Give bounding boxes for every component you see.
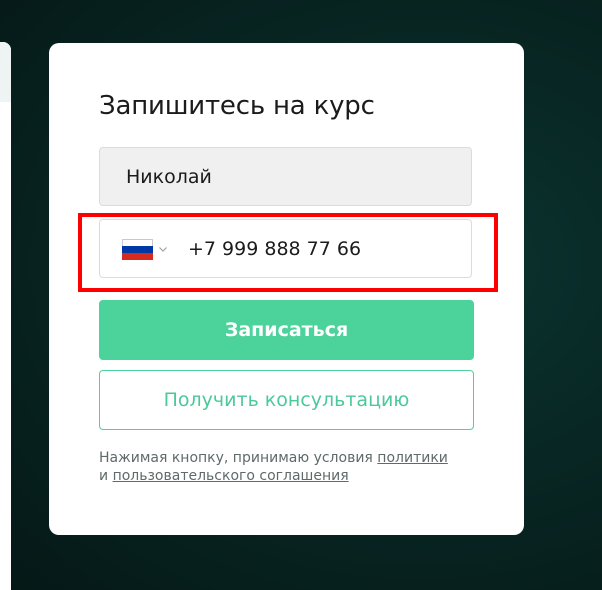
consent-and: и bbox=[99, 468, 113, 484]
phone-input[interactable] bbox=[188, 220, 458, 277]
country-code-select[interactable] bbox=[122, 238, 168, 260]
signup-card: Запишитесь на курс Записаться Получить к… bbox=[49, 43, 524, 535]
consultation-button[interactable]: Получить консультацию bbox=[99, 370, 474, 430]
form-title: Запишитесь на курс bbox=[99, 91, 375, 121]
consent-prefix: Нажимая кнопку, принимаю условия bbox=[99, 450, 378, 466]
submit-button[interactable]: Записаться bbox=[99, 300, 474, 360]
policy-link[interactable]: политики bbox=[377, 450, 448, 466]
russia-flag-icon bbox=[122, 238, 153, 260]
background-panel-accent bbox=[0, 42, 11, 102]
chevron-down-icon bbox=[159, 247, 167, 252]
user-agreement-link[interactable]: пользовательского соглашения bbox=[113, 468, 349, 484]
phone-field bbox=[99, 219, 472, 278]
name-field[interactable] bbox=[99, 147, 472, 206]
background-panel bbox=[0, 42, 11, 590]
consent-text: Нажимая кнопку, принимаю условия политик… bbox=[99, 449, 479, 485]
